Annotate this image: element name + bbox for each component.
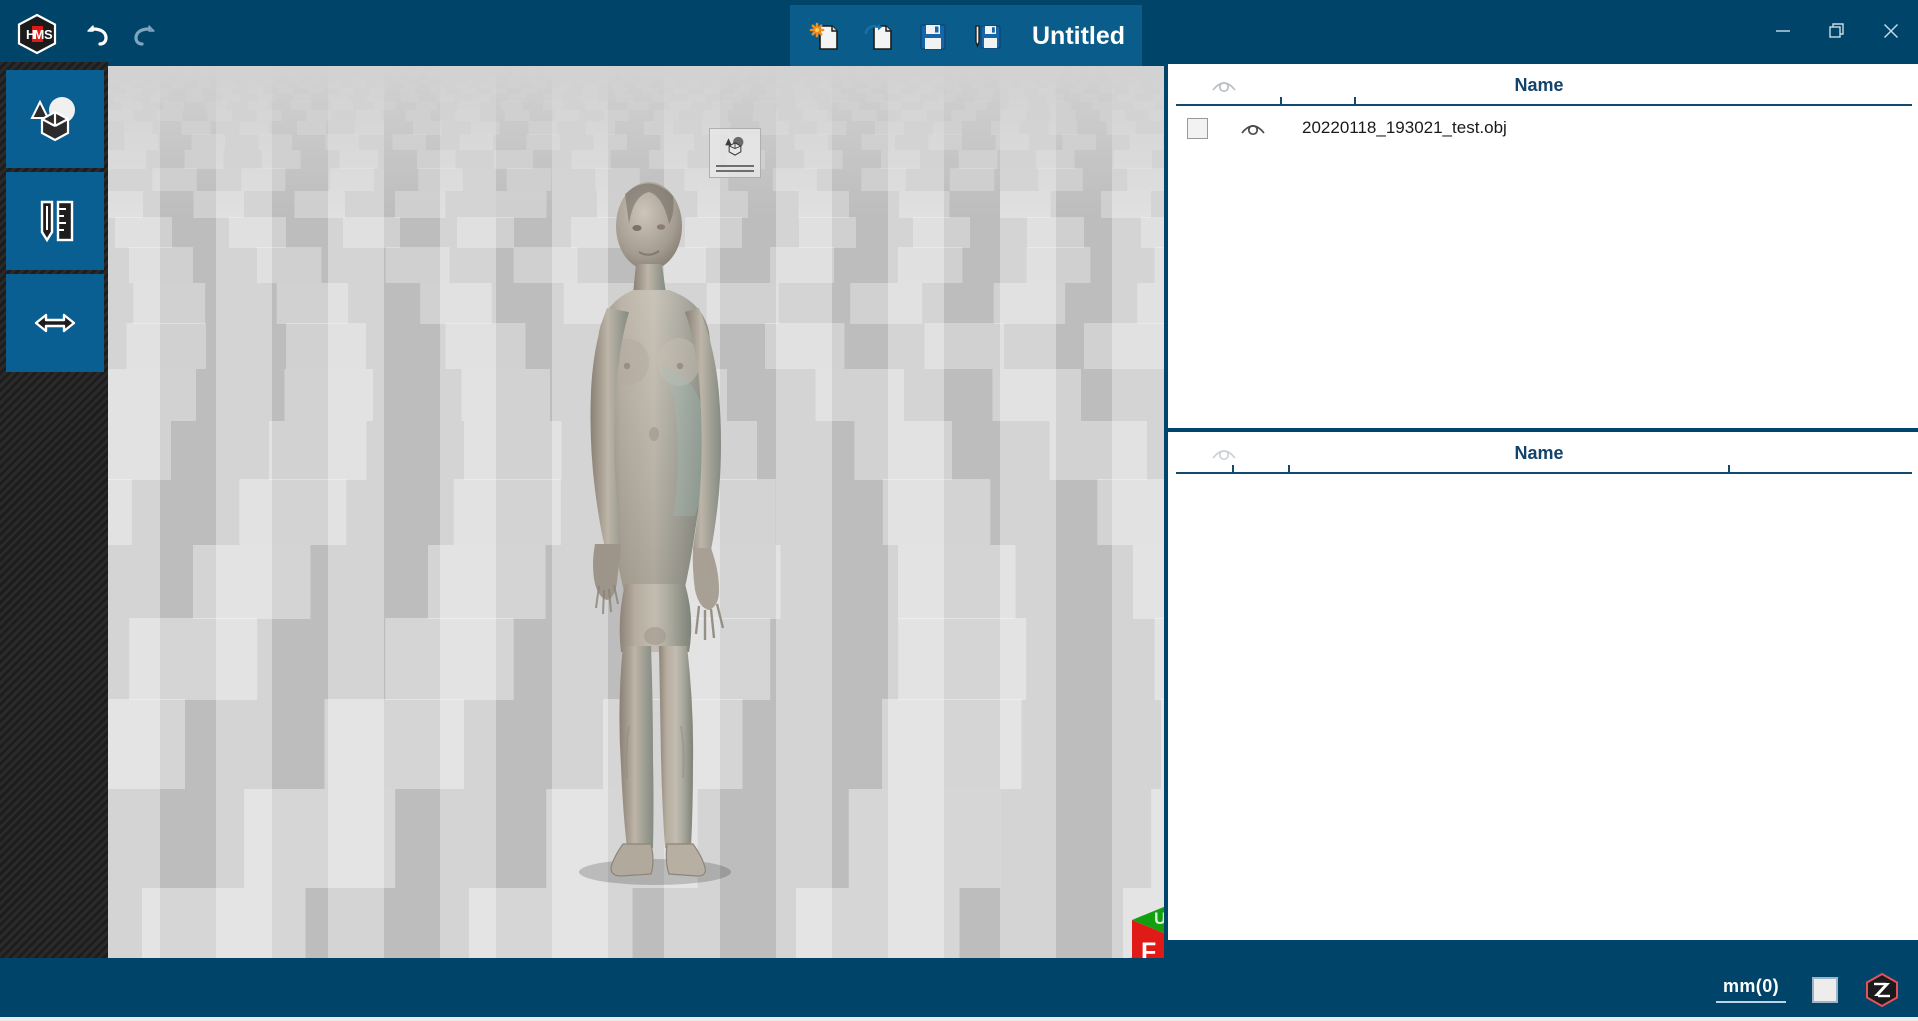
window-controls (1756, 0, 1918, 62)
svg-text:S: S (44, 27, 53, 42)
new-document-icon[interactable] (804, 16, 846, 58)
undo-button[interactable] (78, 14, 118, 54)
unit-underline (1716, 1001, 1786, 1003)
3d-viewport[interactable]: U F R (108, 66, 1164, 958)
header-rule (1176, 472, 1912, 474)
hms-cube-logo-icon[interactable] (1864, 972, 1900, 1008)
restore-window-icon[interactable] (1810, 0, 1864, 62)
file-operations-toolbar: Untitled (790, 5, 1142, 68)
hms-cube-logo-icon[interactable]: H M S (14, 11, 60, 57)
status-bar: mm(0) (0, 958, 1918, 1021)
header-tick (1354, 97, 1356, 106)
redo-button[interactable] (124, 14, 164, 54)
object-list-name-column: Name (1514, 74, 1564, 95)
orientation-cube[interactable]: U F R (1108, 886, 1164, 958)
square-toggle-icon[interactable] (1812, 976, 1838, 1003)
cube-front-label: F (1141, 938, 1156, 958)
3d-body-model[interactable] (533, 166, 793, 886)
detail-list-name-column: Name (1514, 442, 1564, 463)
row-name-label: 20220118_193021_test.obj (1302, 118, 1507, 137)
header-tick (1232, 465, 1234, 474)
header-tick (1288, 465, 1290, 474)
header-rule (1176, 104, 1912, 106)
table-row[interactable]: 20220118_193021_test.obj (1168, 106, 1918, 150)
title-bar: H M S Untitled (0, 0, 1918, 68)
minimize-icon[interactable] (1756, 0, 1810, 62)
right-pane: Name 20220118_193021_test.obj Name (1164, 62, 1918, 958)
unit-label: mm(0) (1722, 976, 1779, 996)
detail-list-panel: Name (1168, 432, 1918, 940)
sidebar-item-distance[interactable] (6, 274, 104, 372)
object-list-panel: Name 20220118_193021_test.obj (1168, 64, 1918, 428)
tool-sidebar (0, 62, 108, 958)
header-tick (1728, 465, 1730, 474)
svg-text:M: M (34, 27, 45, 42)
header-tick (1280, 97, 1282, 106)
unit-selector[interactable]: mm(0) (1716, 976, 1786, 1003)
object-list-rows: 20220118_193021_test.obj (1168, 106, 1918, 150)
bottom-edge (0, 1017, 1918, 1021)
object-list-header: Name (1168, 64, 1918, 106)
application-window: H M S Untitled U F Name 20220118_193021_… (0, 0, 1918, 1021)
sidebar-item-model[interactable] (6, 70, 104, 168)
detail-list-header: Name (1168, 432, 1918, 474)
visibility-eye-icon (1168, 76, 1280, 94)
ground-row (108, 888, 1164, 958)
close-x-icon[interactable] (1864, 0, 1918, 62)
row-checkbox-cell (1168, 117, 1226, 139)
floppy-save-icon[interactable] (912, 16, 954, 58)
cube-top-label: U (1154, 909, 1164, 928)
document-title: Untitled (1032, 22, 1126, 50)
row-checkbox[interactable] (1186, 117, 1208, 139)
row-visibility-eye-icon[interactable] (1226, 119, 1280, 137)
sidebar-item-measure[interactable] (6, 172, 104, 270)
floppy-save-as-icon[interactable] (966, 16, 1008, 58)
open-document-icon[interactable] (858, 16, 900, 58)
visibility-eye-icon (1168, 444, 1280, 462)
